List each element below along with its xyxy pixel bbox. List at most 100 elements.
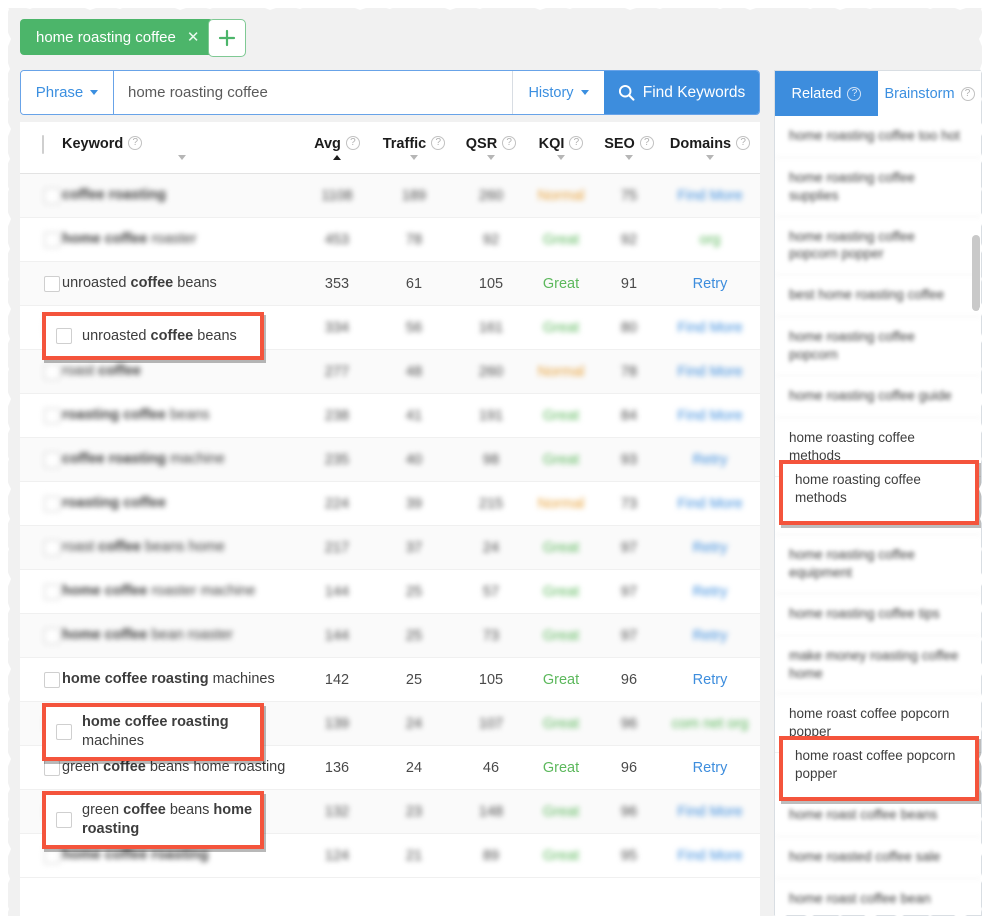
cell-keyword[interactable]: unroasted coffee beans [62, 274, 302, 292]
related-keyword-item[interactable]: best home roasting coffee [775, 275, 981, 318]
column-header-keyword[interactable]: Keyword? [62, 136, 302, 160]
help-icon[interactable]: ? [736, 136, 751, 150]
cell-keyword[interactable]: roasting coffee beans [62, 406, 302, 424]
table-row[interactable]: roast coffee beans home 217 37 24 Great 97 Ret… [20, 526, 760, 570]
related-keyword-item[interactable]: home roasting coffee popcorn [775, 317, 981, 376]
cell-keyword[interactable]: home coffee roasting machines [62, 670, 302, 688]
help-icon[interactable]: ? [431, 136, 446, 150]
help-icon[interactable]: ? [569, 136, 584, 150]
cell-domains[interactable]: Retry [662, 276, 758, 292]
table-row[interactable]: coffee roasting machine 235 40 98 Great 93 Ret… [20, 438, 760, 482]
cell-keyword[interactable]: home coffee roaster [62, 230, 302, 248]
row-checkbox[interactable] [44, 539, 60, 556]
row-checkbox[interactable] [44, 407, 60, 424]
related-keyword-item[interactable]: home roasting coffee popcorn popper [775, 217, 981, 276]
cell-domains[interactable]: org [662, 232, 758, 248]
row-checkbox[interactable] [44, 759, 60, 776]
column-header-qsr[interactable]: QSR? [456, 136, 526, 160]
table-row[interactable]: home coffee roasting machines 142 25 105 Gre… [20, 658, 760, 702]
related-tab-brainstorm[interactable]: Brainstorm? [878, 71, 981, 116]
help-icon[interactable]: ? [847, 86, 862, 101]
table-row[interactable]: roast your own coffee 132 23 148 Great 96 Find… [20, 790, 760, 834]
cell-domains[interactable]: Retry [662, 672, 758, 688]
column-header-seo[interactable]: SEO? [596, 136, 662, 160]
related-keyword-item[interactable]: home roasting coffee guide [775, 376, 981, 418]
column-header-avg[interactable]: Avg? [302, 136, 372, 160]
help-icon[interactable]: ? [639, 136, 654, 150]
cell-domains[interactable]: Retry [662, 760, 758, 776]
help-icon[interactable]: ? [128, 136, 143, 150]
cell-keyword[interactable]: roasting coffee [62, 494, 302, 512]
sort-indicator-icon[interactable] [410, 155, 418, 160]
cell-domains[interactable]: Retry [662, 584, 758, 600]
row-checkbox[interactable] [44, 231, 60, 248]
search-input[interactable] [114, 71, 512, 114]
row-checkbox[interactable] [44, 451, 60, 468]
row-checkbox[interactable] [44, 275, 60, 292]
row-checkbox[interactable] [56, 328, 72, 344]
cell-keyword[interactable]: home coffee bean roaster [62, 626, 302, 644]
add-tab-button[interactable] [208, 19, 246, 57]
related-keyword-item[interactable]: home roasting coffee equipment [775, 535, 981, 594]
cell-keyword[interactable]: coffee roasting machine [62, 450, 302, 468]
cell-keyword[interactable]: roast coffee beans [62, 318, 302, 336]
sort-indicator-icon[interactable] [706, 155, 714, 160]
related-keyword-item[interactable]: home roasting coffee too hot [775, 116, 981, 158]
cell-domains[interactable]: Find More [662, 848, 758, 864]
table-row[interactable]: roasting coffee 224 39 215 Normal 73 Find More [20, 482, 760, 526]
column-header-kqi[interactable]: KQI? [526, 136, 596, 160]
cell-domains[interactable]: Find More [662, 804, 758, 820]
cell-domains[interactable]: Find More [662, 496, 758, 512]
cell-keyword[interactable]: green coffee beans home roasting [62, 758, 302, 776]
cell-domains[interactable]: Retry [662, 452, 758, 468]
sort-indicator-icon[interactable] [178, 155, 186, 160]
cell-keyword[interactable]: roast coffee [62, 362, 302, 380]
history-dropdown[interactable]: History [512, 71, 604, 114]
cell-keyword[interactable]: roast your own coffee [62, 802, 302, 820]
row-checkbox[interactable] [44, 583, 60, 600]
table-row[interactable]: home coffee roaster machine 144 25 57 Great 9… [20, 570, 760, 614]
row-checkbox[interactable] [44, 363, 60, 380]
cell-domains[interactable]: Retry [662, 628, 758, 644]
cell-keyword[interactable]: home coffee roaster machine [62, 582, 302, 600]
row-checkbox[interactable] [44, 187, 60, 204]
related-keyword-item[interactable]: home roasting coffee tips [775, 594, 981, 636]
related-tab-related[interactable]: Related? [775, 71, 878, 116]
row-checkbox[interactable] [56, 724, 72, 740]
table-row[interactable]: home coffee bean roaster 144 25 73 Great 97 Re… [20, 614, 760, 658]
column-header-domains[interactable]: Domains? [662, 136, 758, 160]
table-row[interactable]: roasting coffee beans 238 41 191 Great 84 Find… [20, 394, 760, 438]
cell-domains[interactable]: Find More [662, 408, 758, 424]
related-keyword-item[interactable]: home roasting coffee supplies [775, 158, 981, 217]
sort-indicator-icon[interactable] [557, 155, 565, 160]
table-row[interactable]: home coffee roaster 453 78 92 Great 92 org [20, 218, 760, 262]
help-icon[interactable]: ? [960, 86, 975, 101]
cell-domains[interactable]: Find More [662, 364, 758, 380]
cell-keyword[interactable]: best home coffee roaster [62, 714, 302, 732]
related-keyword-item[interactable]: home roast coffee bean [775, 879, 981, 915]
help-icon[interactable]: ? [502, 136, 517, 150]
select-all-checkbox[interactable] [42, 135, 44, 154]
close-icon[interactable]: ✕ [187, 30, 200, 45]
sort-indicator-icon[interactable] [487, 155, 495, 160]
row-checkbox[interactable] [44, 847, 60, 864]
row-checkbox[interactable] [44, 671, 60, 688]
find-keywords-button[interactable]: Find Keywords [604, 71, 759, 114]
sort-indicator-icon[interactable] [333, 155, 341, 160]
sort-indicator-icon[interactable] [625, 155, 633, 160]
table-row[interactable]: home coffee roasting 124 21 89 Great 95 Find M… [20, 834, 760, 878]
cell-keyword[interactable]: coffee roasting [62, 186, 302, 204]
table-row[interactable]: roast coffee beans 334 56 161 Great 80 Find Mo… [20, 306, 760, 350]
scrollbar-thumb[interactable] [972, 235, 980, 311]
table-row[interactable]: unroasted coffee beans 353 61 105 Great 91 Ret… [20, 262, 760, 306]
cell-domains[interactable]: Retry [662, 540, 758, 556]
related-keyword-item[interactable]: home roast coffee beans [775, 795, 981, 837]
match-type-dropdown[interactable]: Phrase [21, 71, 114, 114]
table-row[interactable]: roast coffee 277 48 260 Normal 78 Find More [20, 350, 760, 394]
column-header-traffic[interactable]: Traffic? [372, 136, 456, 160]
row-checkbox[interactable] [44, 495, 60, 512]
related-keyword-item[interactable]: make money roasting coffee home [775, 636, 981, 695]
cell-keyword[interactable]: roast coffee beans home [62, 538, 302, 556]
keyword-tab[interactable]: home roasting coffee ✕ [20, 19, 214, 55]
related-keyword-item[interactable]: home roasted coffee sale [775, 837, 981, 879]
